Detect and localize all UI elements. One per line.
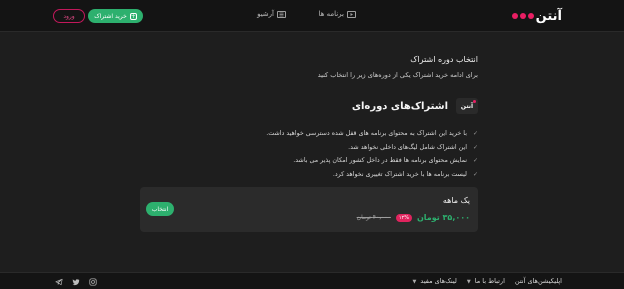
nav-programs[interactable]: برنامه ها <box>319 10 356 18</box>
page-title: انتخاب دوره اشتراک <box>410 55 478 64</box>
logo-dot <box>519 13 526 19</box>
feature-text: نمایش محتوای برنامه ها فقط در داخل کشور … <box>293 157 467 165</box>
check-icon: ✓ <box>472 130 478 138</box>
feature-item: ✓ با خرید این اشتراک به محتوای برنامه های… <box>266 127 478 141</box>
plan-card-price: ۳۵,۰۰۰ تومان ۱۲% ۴۰,۰۰۰ تومان <box>357 213 470 222</box>
logo-dot <box>511 13 518 19</box>
plus-icon: + <box>129 12 137 20</box>
top-header: آنتن برنامه ها آرشیو + خرید اشتراک ورود <box>0 0 624 32</box>
footer: اپلیکیشن‌های آنتن ارتباط با ما ▼ لینک‌ها… <box>0 272 624 289</box>
plan-card-monthly[interactable]: یک ماهه ۳۵,۰۰۰ تومان ۱۲% ۴۰,۰۰۰ تومان ان… <box>140 187 478 232</box>
chevron-down-icon: ▼ <box>412 279 417 285</box>
footer-link-useful-label: لینک‌های مفید <box>420 277 457 285</box>
features-list: ✓ با خرید این اشتراک به محتوای برنامه های… <box>266 127 478 181</box>
archive-icon <box>277 10 286 18</box>
telegram-icon[interactable] <box>55 278 63 286</box>
new-price: ۳۵,۰۰۰ تومان <box>416 213 470 222</box>
logo-dot <box>527 13 534 19</box>
check-icon: ✓ <box>472 143 478 151</box>
logo-dots <box>511 13 534 19</box>
play-icon <box>347 10 356 18</box>
page-subtitle: برای ادامه خرید اشتراک یکی از دوره‌های ز… <box>317 71 478 79</box>
nav-programs-label: برنامه ها <box>318 10 344 18</box>
discount-badge: ۱۲% <box>395 213 412 222</box>
footer-link-apps[interactable]: اپلیکیشن‌های آنتن <box>515 277 562 285</box>
check-icon: ✓ <box>472 157 478 165</box>
feature-item: ✓ نمایش محتوای برنامه ها فقط در داخل کشور… <box>266 154 478 168</box>
footer-link-useful[interactable]: لینک‌های مفید ▼ <box>412 277 456 285</box>
feature-text: این اشتراک شامل لیگ‌های داخلی نخواهد شد. <box>348 143 467 151</box>
twitter-icon[interactable] <box>72 278 80 286</box>
feature-item: ✓ لیست برنامه ها با خرید اشتراک تغییری نخ… <box>266 168 478 182</box>
logo-text: آنتن <box>535 8 563 24</box>
instagram-icon[interactable] <box>89 278 97 286</box>
footer-links: اپلیکیشن‌های آنتن ارتباط با ما ▼ لینک‌ها… <box>412 277 562 285</box>
chevron-down-icon: ▼ <box>466 279 471 285</box>
plan-title: اشتراک‌های دوره‌ای <box>351 100 448 112</box>
footer-link-contact-label: ارتباط با ما <box>474 277 505 285</box>
plan-header: آنتن اشتراک‌های دوره‌ای <box>352 98 478 114</box>
buy-subscription-button[interactable]: + خرید اشتراک <box>88 9 143 23</box>
nav-archive-label: آرشیو <box>257 10 274 18</box>
login-button[interactable]: ورود <box>53 9 85 23</box>
buy-subscription-label: خرید اشتراک <box>94 12 127 20</box>
site-logo[interactable]: آنتن <box>511 8 563 24</box>
old-price: ۴۰,۰۰۰ تومان <box>356 214 391 221</box>
plan-logo: آنتن <box>456 98 478 114</box>
check-icon: ✓ <box>472 170 478 178</box>
plan-logo-text: آنتن <box>460 102 474 110</box>
social-links <box>55 278 97 286</box>
feature-text: لیست برنامه ها با خرید اشتراک تغییری نخو… <box>332 170 467 178</box>
feature-text: با خرید این اشتراک به محتوای برنامه های … <box>266 130 467 138</box>
select-plan-button[interactable]: انتخاب <box>146 202 174 216</box>
footer-link-contact[interactable]: ارتباط با ما ▼ <box>467 277 505 285</box>
plan-card-title: یک ماهه <box>442 196 470 205</box>
feature-item: ✓ این اشتراک شامل لیگ‌های داخلی نخواهد شد… <box>266 141 478 155</box>
plan-logo-dot <box>473 100 476 103</box>
nav-archive[interactable]: آرشیو <box>257 10 286 18</box>
